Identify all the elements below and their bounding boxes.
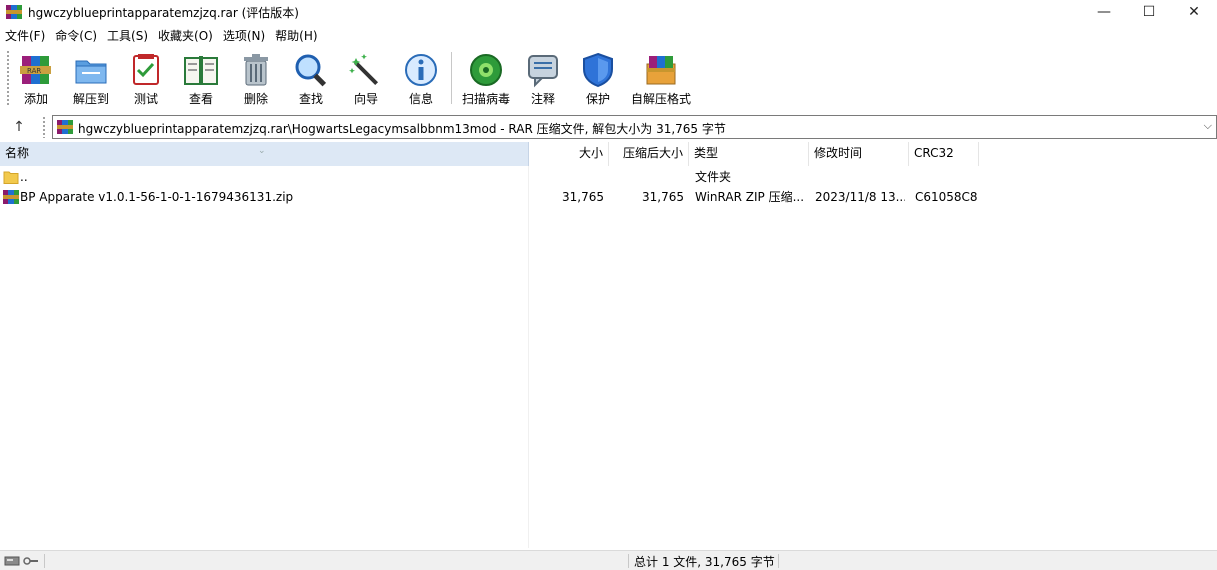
add-button[interactable]: RAR 添加 xyxy=(8,48,64,110)
rar-archive-icon xyxy=(57,120,73,134)
menu-favorites[interactable]: 收藏夹(O) xyxy=(153,26,218,46)
column-header-type[interactable]: 类型 xyxy=(689,142,809,166)
comment-label: 注释 xyxy=(530,92,555,106)
item-packed xyxy=(609,166,684,188)
item-name: BP Apparate v1.0.1-56-1-0-1-1679436131.z… xyxy=(20,190,294,204)
column-header-name-label: 名称 xyxy=(5,146,30,160)
virus-scan-icon xyxy=(470,54,502,86)
column-header-packed[interactable]: 压缩后大小 xyxy=(609,142,689,166)
sfx-icon xyxy=(646,56,676,85)
minimize-button[interactable]: — xyxy=(1081,0,1127,24)
add-label: 添加 xyxy=(23,92,48,106)
svg-text:RAR: RAR xyxy=(27,67,41,75)
sfx-button[interactable]: 自解压格式 xyxy=(625,48,697,110)
list-item[interactable]: BP Apparate v1.0.1-56-1-0-1-1679436131.z… xyxy=(0,186,980,208)
item-size xyxy=(529,166,604,188)
wizard-button[interactable]: 向导 xyxy=(338,48,394,110)
item-name: .. xyxy=(20,170,28,184)
address-row: ↑ hgwczyblueprintapparatemzjzq.rar\Hogwa… xyxy=(0,114,1217,140)
find-button[interactable]: 查找 xyxy=(283,48,339,110)
item-type: 文件夹 xyxy=(695,170,732,184)
menu-bar: 文件(F) 命令(C) 工具(S) 收藏夹(O) 选项(N) 帮助(H) xyxy=(0,26,1217,46)
delete-icon xyxy=(244,54,268,86)
file-list[interactable]: 名称 ⌄ 大小 压缩后大小 类型 修改时间 CRC32 .. 文件夹 BP Ap… xyxy=(0,142,1217,548)
wizard-icon xyxy=(349,54,379,86)
menu-options[interactable]: 选项(N) xyxy=(218,26,270,46)
address-path: hgwczyblueprintapparatemzjzq.rar\Hogwart… xyxy=(78,122,726,136)
extract-to-icon xyxy=(75,60,107,84)
title-bar: hgwczyblueprintapparatemzjzq.rar (评估版本) … xyxy=(0,0,1217,24)
address-dropdown-icon[interactable]: ⌵ xyxy=(1204,119,1212,133)
status-divider xyxy=(44,554,45,568)
add-archive-icon: RAR xyxy=(20,56,51,84)
folder-icon xyxy=(3,171,19,184)
wizard-label: 向导 xyxy=(353,92,378,106)
status-bar: 总计 1 文件, 31,765 字节 xyxy=(0,550,1217,570)
name-column-area xyxy=(0,166,529,548)
item-modified xyxy=(815,166,905,188)
extract-to-button[interactable]: 解压到 xyxy=(63,48,119,110)
item-modified: 2023/11/8 13... xyxy=(815,190,905,204)
test-icon xyxy=(133,54,159,85)
item-crc: C61058C8 xyxy=(915,190,978,204)
sort-ascending-icon: ⌄ xyxy=(258,146,266,156)
sfx-label: 自解压格式 xyxy=(630,92,691,106)
protect-label: 保护 xyxy=(585,92,610,106)
extract-to-label: 解压到 xyxy=(72,92,109,106)
status-divider xyxy=(628,554,629,568)
winrar-app-icon xyxy=(6,5,22,19)
info-label: 信息 xyxy=(408,92,433,106)
maximize-button[interactable]: ☐ xyxy=(1126,0,1172,24)
list-item[interactable]: .. 文件夹 xyxy=(0,166,980,188)
column-header-name[interactable]: 名称 ⌄ xyxy=(0,142,529,166)
find-label: 查找 xyxy=(298,92,323,106)
view-icon xyxy=(184,56,218,85)
item-size: 31,765 xyxy=(562,190,604,204)
info-icon xyxy=(405,54,437,86)
find-icon xyxy=(295,54,327,87)
toolbar: RAR 添加 解压到 测试 查看 删除 查找 向导 信息 扫描病毒 注释 保护 … xyxy=(0,48,1217,110)
list-header: 名称 ⌄ 大小 压缩后大小 类型 修改时间 CRC32 xyxy=(0,142,980,166)
virus-scan-label: 扫描病毒 xyxy=(461,92,510,106)
window-title: hgwczyblueprintapparatemzjzq.rar (评估版本) xyxy=(28,6,299,20)
item-type: WinRAR ZIP 压缩... xyxy=(695,190,805,204)
status-summary: 总计 1 文件, 31,765 字节 xyxy=(634,555,775,569)
zip-archive-icon xyxy=(3,190,19,204)
menu-file[interactable]: 文件(F) xyxy=(0,26,50,46)
address-bar[interactable]: hgwczyblueprintapparatemzjzq.rar\Hogwart… xyxy=(52,115,1217,139)
test-button[interactable]: 测试 xyxy=(118,48,174,110)
close-button[interactable]: ✕ xyxy=(1171,0,1217,24)
menu-help[interactable]: 帮助(H) xyxy=(270,26,322,46)
virus-scan-button[interactable]: 扫描病毒 xyxy=(458,48,514,110)
view-button[interactable]: 查看 xyxy=(173,48,229,110)
status-divider xyxy=(778,554,779,568)
menu-tools[interactable]: 工具(S) xyxy=(102,26,153,46)
view-label: 查看 xyxy=(188,92,213,106)
up-folder-button[interactable]: ↑ xyxy=(8,116,30,138)
info-button[interactable]: 信息 xyxy=(393,48,449,110)
protect-button[interactable]: 保护 xyxy=(570,48,626,110)
address-grip[interactable] xyxy=(42,116,46,138)
drive-and-key-icon xyxy=(4,556,38,566)
test-label: 测试 xyxy=(133,92,158,106)
comment-icon xyxy=(528,55,558,88)
protect-icon xyxy=(583,52,613,88)
delete-button[interactable]: 删除 xyxy=(228,48,284,110)
column-header-modified[interactable]: 修改时间 xyxy=(809,142,909,166)
menu-commands[interactable]: 命令(C) xyxy=(50,26,102,46)
comment-button[interactable]: 注释 xyxy=(515,48,571,110)
item-crc xyxy=(915,166,980,188)
column-header-crc[interactable]: CRC32 xyxy=(909,142,979,166)
delete-label: 删除 xyxy=(243,92,268,106)
column-header-size[interactable]: 大小 xyxy=(529,142,609,166)
item-packed: 31,765 xyxy=(642,190,684,204)
toolbar-separator xyxy=(451,52,452,104)
